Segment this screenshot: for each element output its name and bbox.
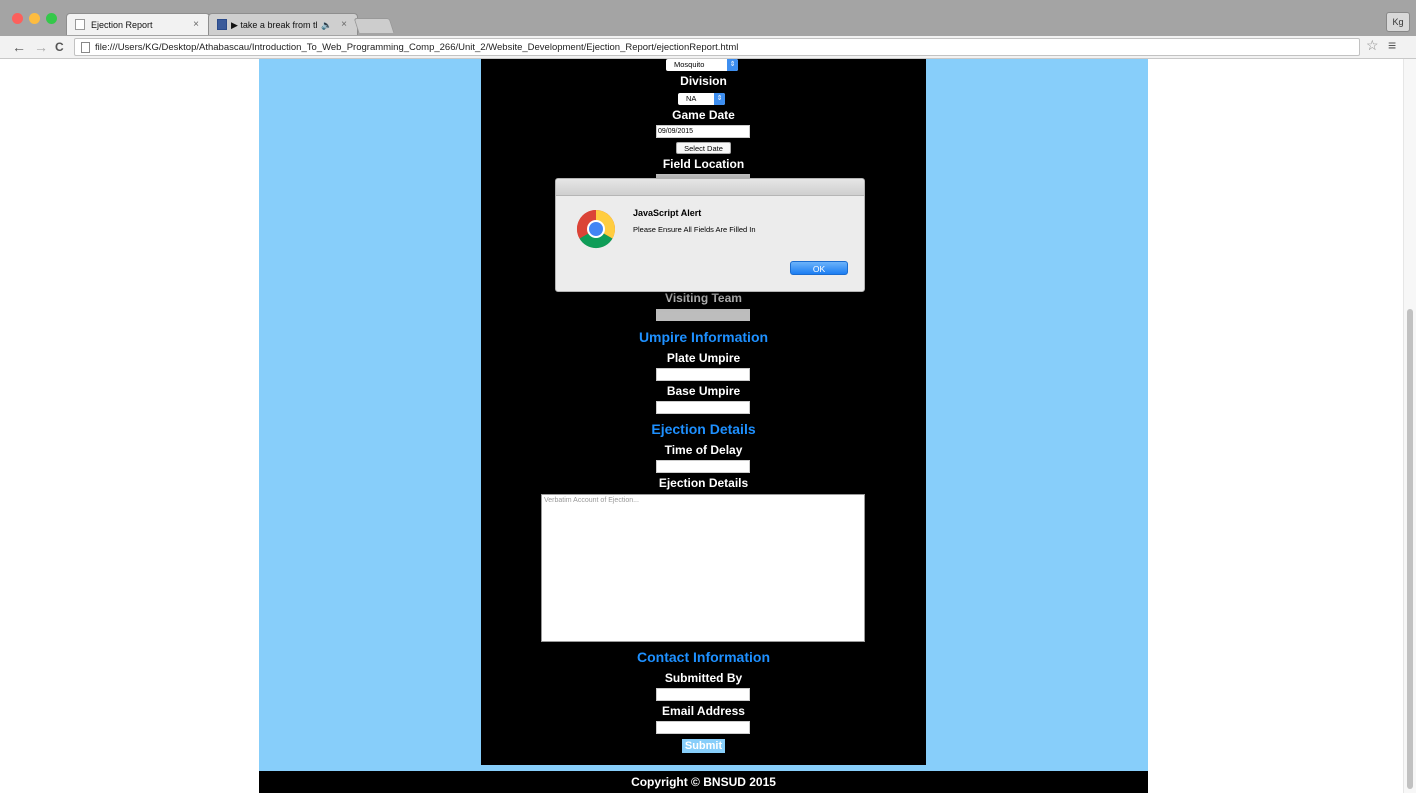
select-arrows-icon: ⇕ xyxy=(727,59,738,71)
address-bar[interactable]: file:///Users/KG/Desktop/Athabascau/Intr… xyxy=(74,38,1360,56)
game-date-input[interactable]: 09/09/2015 xyxy=(656,125,750,138)
plate-umpire-input[interactable] xyxy=(656,368,750,381)
division-label: Division xyxy=(680,74,727,88)
browser-titlebar: Ejection Report × ▶ take a break from th… xyxy=(0,0,1416,36)
ejection-section-heading: Ejection Details xyxy=(651,421,756,437)
page-viewport: Mosquito ⇕ Division NA ⇕ Game Date 09/09… xyxy=(0,59,1416,793)
page-icon xyxy=(75,19,85,30)
plate-umpire-label: Plate Umpire xyxy=(666,351,741,365)
time-of-delay-input[interactable] xyxy=(656,460,750,473)
email-input[interactable] xyxy=(656,721,750,734)
footer-copyright: Copyright © BNSUD 2015 xyxy=(259,771,1148,793)
age-group-select[interactable]: Mosquito ⇕ xyxy=(666,59,738,71)
javascript-alert-dialog: JavaScript Alert Please Ensure All Field… xyxy=(555,178,865,292)
menu-icon[interactable]: ≡ xyxy=(1388,37,1396,53)
visiting-team-input[interactable] xyxy=(656,309,750,321)
reload-icon[interactable]: C xyxy=(55,38,64,56)
profile-badge[interactable]: Kg xyxy=(1386,12,1410,32)
division-select[interactable]: NA ⇕ xyxy=(678,93,725,105)
ejection-details-label: Ejection Details xyxy=(658,476,749,490)
alert-title-bar xyxy=(556,179,864,196)
submit-button[interactable]: Submit xyxy=(682,739,725,753)
audio-playing-icon: 🔈 xyxy=(321,20,333,30)
new-tab-button[interactable] xyxy=(353,18,395,33)
minimize-window-icon[interactable] xyxy=(29,13,40,24)
field-location-label: Field Location xyxy=(662,157,745,171)
close-tab-icon[interactable]: × xyxy=(341,14,347,36)
submitted-by-label: Submitted By xyxy=(664,671,743,685)
scrollbar-thumb[interactable] xyxy=(1407,309,1413,789)
select-arrows-icon: ⇕ xyxy=(714,93,725,105)
alert-message: Please Ensure All Fields Are Filled In xyxy=(633,225,756,234)
url-text: file:///Users/KG/Desktop/Athabascau/Intr… xyxy=(95,42,739,53)
alert-ok-button[interactable]: OK xyxy=(790,261,848,275)
visiting-team-label: Visiting Team xyxy=(665,291,742,305)
game-date-label: Game Date xyxy=(672,108,735,122)
browser-toolbar: ← → C file:///Users/KG/Desktop/Athabasca… xyxy=(0,36,1416,59)
submitted-by-input[interactable] xyxy=(656,688,750,701)
email-label: Email Address xyxy=(662,704,745,718)
contact-section-heading: Contact Information xyxy=(637,649,770,665)
tab-ejection-report[interactable]: Ejection Report × xyxy=(66,13,210,35)
close-window-icon[interactable] xyxy=(12,13,23,24)
close-tab-icon[interactable]: × xyxy=(193,14,199,36)
tab-take-a-break[interactable]: ▶ take a break from this 🔈 × xyxy=(208,13,358,35)
time-of-delay-label: Time of Delay xyxy=(664,443,743,457)
chrome-logo-icon xyxy=(576,209,616,249)
umpire-section-heading: Umpire Information xyxy=(638,329,769,345)
page-icon xyxy=(81,42,90,53)
site-favicon-icon xyxy=(217,19,227,30)
select-date-button[interactable]: Select Date xyxy=(676,142,731,154)
ejection-details-textarea[interactable]: Verbatim Account of Ejection... xyxy=(541,494,865,642)
zoom-window-icon[interactable] xyxy=(46,13,57,24)
base-umpire-input[interactable] xyxy=(656,401,750,414)
back-arrow-icon[interactable]: ← xyxy=(12,38,26,56)
bookmark-star-icon[interactable]: ☆ xyxy=(1366,37,1379,54)
scrollbar[interactable] xyxy=(1403,59,1416,793)
alert-title: JavaScript Alert xyxy=(633,208,702,218)
forward-arrow-icon[interactable]: → xyxy=(34,38,48,56)
base-umpire-label: Base Umpire xyxy=(666,384,741,398)
